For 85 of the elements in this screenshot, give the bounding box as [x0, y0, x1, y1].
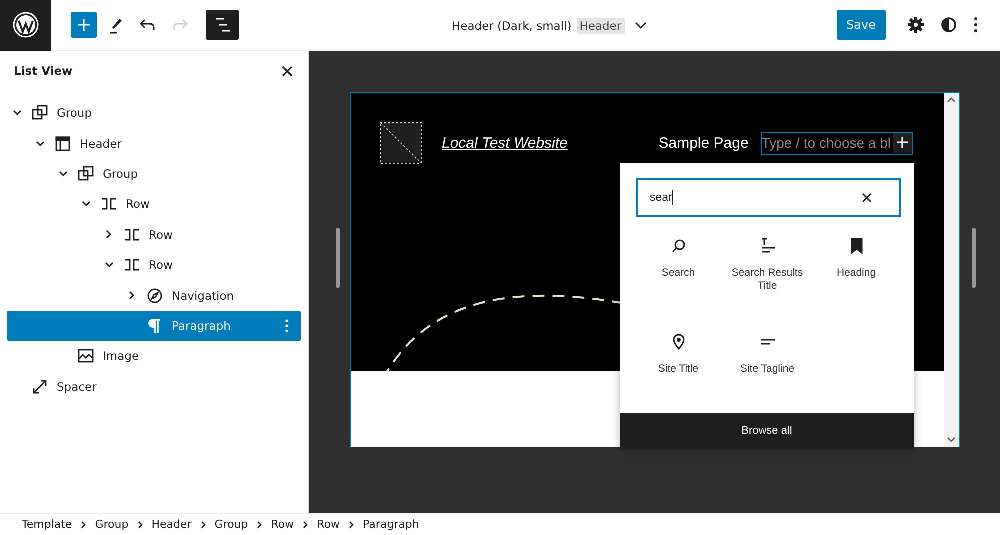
- plus-icon: [897, 137, 908, 148]
- navigation-link[interactable]: Sample Page: [658, 134, 749, 152]
- list-view-item[interactable]: Spacer: [7, 372, 301, 402]
- chevron-right-icon: [349, 520, 354, 528]
- search-block-icon: [670, 237, 688, 255]
- chevron-down-icon[interactable]: [12, 110, 22, 116]
- add-block-button[interactable]: [893, 132, 912, 152]
- chevron-down-icon[interactable]: [82, 201, 90, 208]
- breadcrumb-link[interactable]: Group: [95, 518, 129, 531]
- row-block-icon: [101, 196, 117, 212]
- paragraph-placeholder-field[interactable]: Type / to choose a bl: [760, 132, 913, 154]
- block-search-field[interactable]: sear: [636, 178, 901, 217]
- list-view-item[interactable]: Header: [7, 128, 301, 159]
- wordpress-icon: [12, 12, 38, 38]
- chevron-down-icon[interactable]: [58, 170, 68, 177]
- plus-icon: [77, 18, 91, 32]
- list-view-item[interactable]: Row: [7, 189, 301, 220]
- clear-search-icon[interactable]: [862, 192, 872, 202]
- list-view-item[interactable]: Group: [7, 158, 301, 190]
- list-view-button[interactable]: [206, 10, 239, 40]
- contrast-icon[interactable]: [941, 17, 957, 33]
- resize-handle[interactable]: [972, 228, 976, 288]
- chevron-right-icon[interactable]: [106, 230, 112, 240]
- chevron-right-icon: [200, 520, 206, 528]
- chevron-right-icon: [257, 520, 262, 528]
- resize-handle[interactable]: [336, 228, 340, 288]
- chevron-right-icon: [138, 520, 143, 528]
- navigation-block-icon: [147, 288, 163, 304]
- settings-icon[interactable]: [908, 17, 924, 33]
- spacer-block-icon: [32, 378, 48, 395]
- block-name: Row: [149, 258, 173, 272]
- list-view-item[interactable]: Navigation: [7, 280, 301, 311]
- block-name: Image: [103, 349, 140, 364]
- block-options-icon[interactable]: [285, 318, 289, 333]
- block-name: Header: [80, 136, 122, 151]
- chevron-down-icon[interactable]: [634, 22, 647, 30]
- close-icon[interactable]: [282, 66, 293, 76]
- group-block-icon: [32, 105, 48, 122]
- scrollbar[interactable]: [944, 93, 959, 447]
- panel-title: List View: [14, 64, 73, 78]
- block-result-item[interactable]: Site Tagline: [723, 333, 812, 408]
- list-view-icon: [214, 17, 232, 33]
- block-result-item[interactable]: Search Results Title: [723, 237, 812, 312]
- breadcrumb-link[interactable]: Template: [22, 518, 72, 531]
- breadcrumb-link[interactable]: Row: [271, 518, 294, 531]
- block-name: Row: [149, 228, 173, 242]
- list-view-item[interactable]: Row: [7, 220, 301, 250]
- chevron-down-icon[interactable]: [36, 140, 44, 147]
- list-view-item[interactable]: Group: [7, 98, 301, 128]
- image-block-icon: [78, 348, 94, 364]
- breadcrumb-link[interactable]: Group: [214, 518, 248, 531]
- image-placeholder-icon[interactable]: [380, 122, 422, 164]
- group-block-icon: [78, 166, 94, 182]
- breadcrumb-link[interactable]: Paragraph: [363, 518, 420, 531]
- breadcrumb-link[interactable]: Row: [317, 518, 340, 531]
- row-block-icon: [124, 257, 140, 274]
- wordpress-logo[interactable]: [0, 0, 51, 50]
- browse-all-button[interactable]: Browse all: [620, 413, 914, 449]
- scroll-up-icon[interactable]: [947, 97, 956, 103]
- save-button[interactable]: Save: [836, 10, 886, 40]
- block-name: Navigation: [172, 288, 234, 303]
- block-result-item[interactable]: Search: [634, 237, 723, 312]
- paragraph-block-icon: [147, 318, 163, 334]
- block-name: Row: [126, 197, 150, 212]
- block-result-item[interactable]: Heading: [812, 237, 901, 312]
- site-title-link[interactable]: Local Test Website: [442, 134, 568, 152]
- block-name: Spacer: [57, 380, 97, 394]
- breadcrumb-link[interactable]: Header: [152, 518, 192, 531]
- list-view-item[interactable]: Image: [7, 341, 301, 372]
- chevron-down-icon[interactable]: [104, 262, 114, 268]
- block-name: Paragraph: [172, 318, 231, 333]
- block-name: Group: [103, 166, 138, 181]
- header-block-icon: [55, 136, 71, 152]
- chevron-right-icon[interactable]: [129, 291, 135, 300]
- more-options-icon[interactable]: [974, 17, 978, 33]
- list-view-item[interactable]: Row: [7, 250, 301, 280]
- row-block-icon: [124, 226, 140, 243]
- scroll-down-icon[interactable]: [947, 437, 956, 443]
- block-name: Group: [57, 106, 92, 120]
- block-result-item[interactable]: Site Title: [634, 333, 723, 408]
- template-part-badge: Header: [576, 18, 625, 34]
- chevron-right-icon: [303, 520, 308, 528]
- document-title[interactable]: Header (Dark, small): [452, 18, 572, 32]
- list-view-item[interactable]: Paragraph: [7, 310, 301, 342]
- chevron-right-icon: [81, 520, 86, 528]
